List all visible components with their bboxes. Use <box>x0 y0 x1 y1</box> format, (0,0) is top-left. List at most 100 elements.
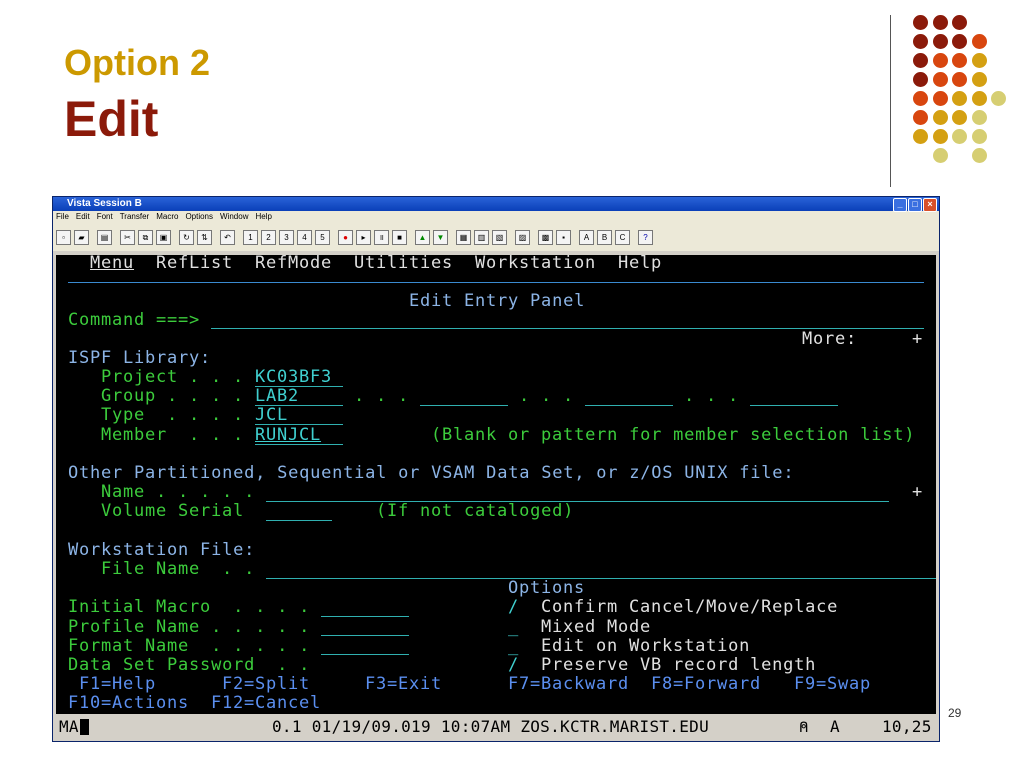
print-icon[interactable]: ▤ <box>97 229 112 245</box>
workstation-file-heading: Workstation File: <box>68 540 256 560</box>
more-plus[interactable]: + <box>912 330 923 349</box>
logo-dot <box>932 72 948 87</box>
logo-dot <box>913 110 928 125</box>
logo-dot <box>952 15 967 30</box>
option-confirm-checkbox[interactable]: / <box>508 598 519 617</box>
open-icon[interactable]: ▰ <box>74 229 89 245</box>
menu-transfer[interactable]: Transfer <box>120 211 150 223</box>
pf8-forward[interactable]: F8=Forward <box>651 675 761 694</box>
menu-font[interactable]: Font <box>97 211 113 223</box>
option-mixed-checkbox[interactable]: _ <box>508 618 519 637</box>
transfer-icon[interactable]: ⇅ <box>197 229 212 245</box>
cut-icon[interactable]: ✂ <box>120 229 135 245</box>
status-info: 0.1 01/19/09.019 10:07AM ZOS.KCTR.MARIST… <box>272 717 710 736</box>
volume-serial-input[interactable] <box>266 520 332 521</box>
group-field-3[interactable] <box>585 405 673 406</box>
project-label: Project . . . <box>101 367 245 387</box>
file-name-input[interactable] <box>266 578 936 579</box>
record-icon[interactable]: ● <box>338 229 353 245</box>
menu-file[interactable]: File <box>56 211 69 223</box>
ispf-menu-utilities[interactable]: Utilities <box>354 254 453 273</box>
macro-4-icon[interactable]: 4 <box>297 229 312 245</box>
slide-title: Edit <box>64 91 159 147</box>
ispf-menu-workstation[interactable]: Workstation <box>475 254 596 273</box>
member-field[interactable]: RUNJCL <box>255 426 321 445</box>
session-icon[interactable]: ▥ <box>474 229 489 245</box>
display-icon[interactable]: ▧ <box>492 229 507 245</box>
type-field[interactable]: JCL <box>255 406 288 425</box>
help-icon[interactable]: ? <box>638 229 653 245</box>
ispf-menu-menu[interactable]: Menu <box>90 254 134 273</box>
volume-serial-label: Volume Serial <box>101 501 245 521</box>
toolbar: ▫ ▰ ▤ ✂ ⧉ ▣ ↻ ⇅ ↶ 12345 ● ▸ ॥ ■ ▲ ▼ ▦ ▥ ▧ ▨ ▩ ▪ ABC… <box>53 223 939 251</box>
group-dots-3: . . . <box>684 386 740 406</box>
option-edit-ws-label: Edit on Workstation <box>541 636 751 656</box>
paste-icon[interactable]: ▣ <box>156 229 171 245</box>
clipboard-icon[interactable]: ▩ <box>538 229 553 245</box>
copy-screen-icon[interactable]: ▪ <box>556 229 571 245</box>
lock-icon: ⍝ <box>799 717 809 736</box>
settings-icon[interactable]: ▦ <box>456 229 471 245</box>
project-field[interactable]: KC03BF3 <box>255 368 332 387</box>
menu-help[interactable]: Help <box>255 211 271 223</box>
ispf-menu-help[interactable]: Help <box>618 254 662 273</box>
logo-dot <box>913 129 928 144</box>
menu-options[interactable]: Options <box>185 211 213 223</box>
minimize-button[interactable]: _ <box>893 198 907 212</box>
up-arrow-icon[interactable]: ▲ <box>415 229 430 245</box>
pf7-backward[interactable]: F7=Backward <box>508 675 629 694</box>
close-button[interactable]: × <box>923 198 937 212</box>
menu-macro[interactable]: Macro <box>156 211 178 223</box>
new-icon[interactable]: ▫ <box>56 229 71 245</box>
initial-macro-input[interactable] <box>321 616 409 617</box>
down-arrow-icon[interactable]: ▼ <box>433 229 448 245</box>
undo-icon[interactable]: ↶ <box>220 229 235 245</box>
group-field[interactable]: LAB2 <box>255 387 299 406</box>
group-field-4[interactable] <box>750 405 838 406</box>
ispf-menu-refmode[interactable]: RefMode <box>255 254 332 273</box>
pf2-split[interactable]: F2=Split <box>222 675 310 694</box>
menu-window[interactable]: Window <box>220 211 248 223</box>
logo-dot <box>991 91 1006 106</box>
play-icon[interactable]: ▸ <box>356 229 371 245</box>
group-field-2[interactable] <box>420 405 508 406</box>
option-preserve-checkbox[interactable]: / <box>508 656 519 675</box>
page-number: 29 <box>948 706 962 720</box>
button-a[interactable]: A <box>579 229 594 245</box>
button-c[interactable]: C <box>615 229 630 245</box>
logo-dot <box>971 110 987 125</box>
format-name-input[interactable] <box>321 654 409 655</box>
profile-name-input[interactable] <box>321 635 409 636</box>
keyboard-icon[interactable]: ▨ <box>515 229 530 245</box>
ispf-menu-reflist[interactable]: RefList <box>156 254 233 273</box>
option-edit-ws-checkbox[interactable]: _ <box>508 637 519 656</box>
pf1-help[interactable]: F1=Help <box>79 675 156 694</box>
logo-dot <box>932 110 948 125</box>
button-b[interactable]: B <box>597 229 612 245</box>
pf3-exit[interactable]: F3=Exit <box>365 675 442 694</box>
stop-icon[interactable]: ■ <box>392 229 407 245</box>
dsn-password-label: Data Set Password . . <box>68 655 311 675</box>
pause-icon[interactable]: ॥ <box>374 229 389 245</box>
other-dataset-heading: Other Partitioned, Sequential or VSAM Da… <box>68 463 795 483</box>
maximize-button[interactable]: □ <box>908 198 922 212</box>
cursor-position: 10,25 <box>882 717 932 736</box>
logo-dot <box>932 15 948 30</box>
copy-icon[interactable]: ⧉ <box>138 229 153 245</box>
refresh-icon[interactable]: ↻ <box>179 229 194 245</box>
macro-2-icon[interactable]: 2 <box>261 229 276 245</box>
pf10-actions[interactable]: F10=Actions <box>68 694 189 713</box>
pf9-swap[interactable]: F9=Swap <box>794 675 871 694</box>
status-lock: A <box>830 717 840 736</box>
menu-edit[interactable]: Edit <box>76 211 90 223</box>
terminal-screen[interactable]: Menu RefList RefMode Utilities Workstati… <box>56 254 936 714</box>
logo-dot <box>952 72 967 87</box>
pf12-cancel[interactable]: F12=Cancel <box>211 694 321 713</box>
macro-5-icon[interactable]: 5 <box>315 229 330 245</box>
command-label: Command ===> <box>68 310 201 330</box>
macro-3-icon[interactable]: 3 <box>279 229 294 245</box>
name-input[interactable] <box>266 501 889 502</box>
macro-1-icon[interactable]: 1 <box>243 229 258 245</box>
logo-dot <box>932 148 948 163</box>
name-plus[interactable]: + <box>912 483 923 502</box>
